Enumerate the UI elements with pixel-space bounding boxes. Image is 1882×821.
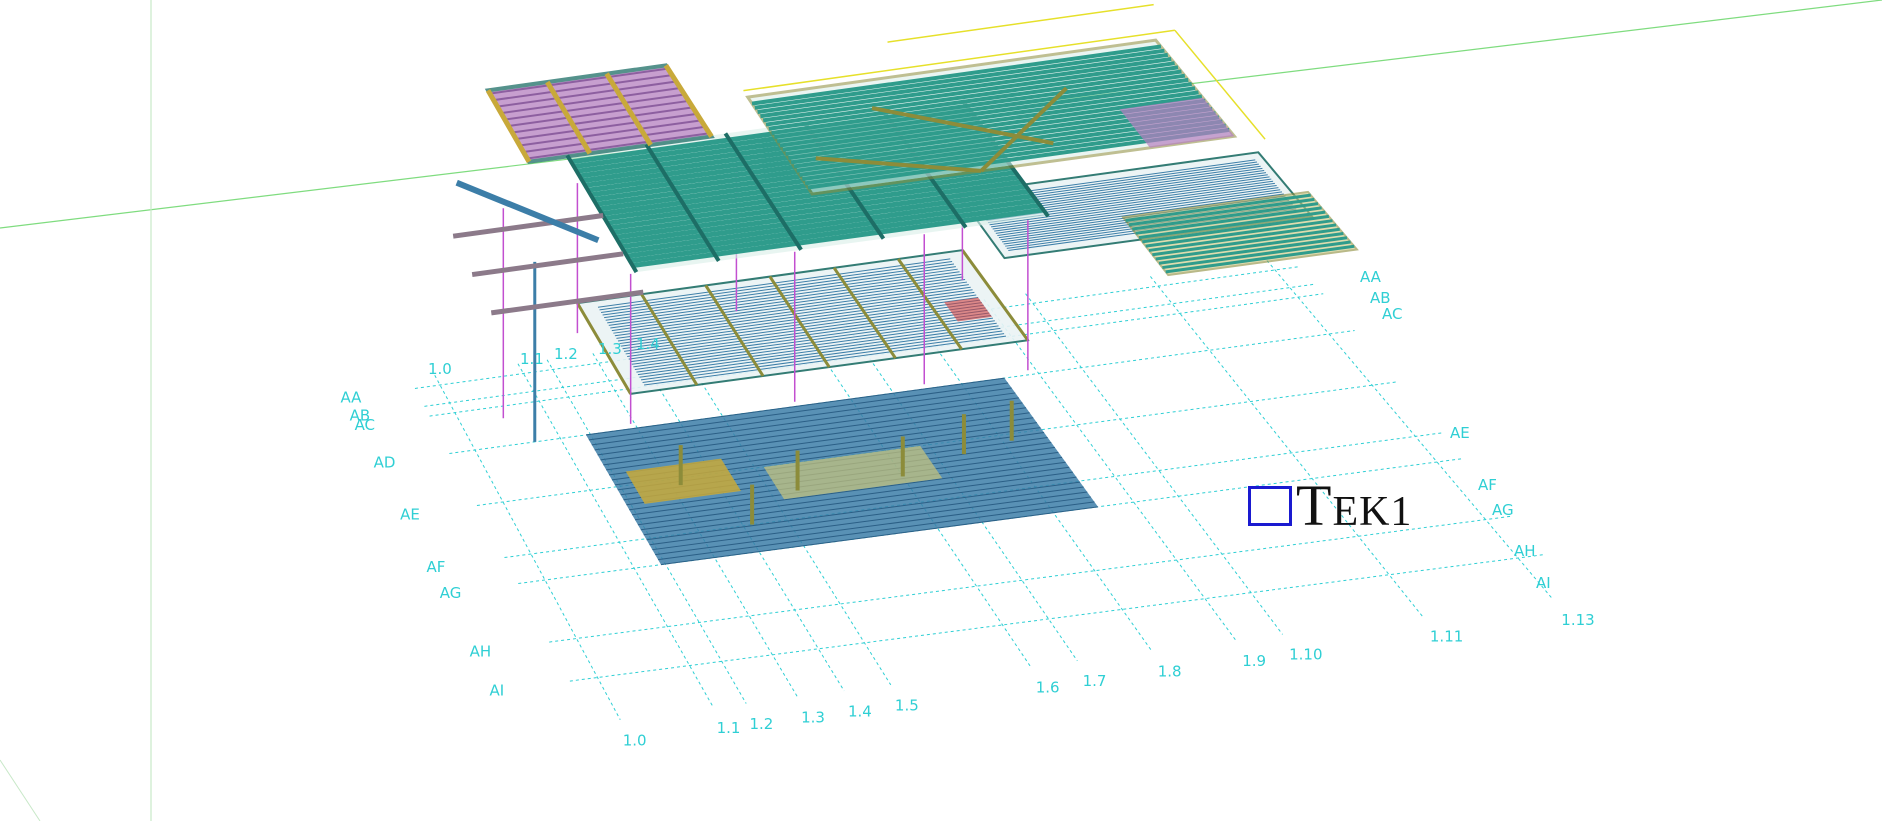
grid-label-front-12: 1.13 bbox=[1561, 611, 1594, 629]
grid-label-right-AA: AA bbox=[1360, 268, 1382, 286]
mid-floor bbox=[575, 249, 1030, 395]
model-viewport[interactable]: 1.0 1.1 1.2 1.3 1.4 1.5 1.6 1.7 1.8 1.9 1.10 1.11 1.… bbox=[0, 0, 1882, 821]
grid-label-front-5: 1.5 bbox=[895, 696, 919, 714]
corner-axis-line bbox=[0, 759, 41, 821]
grid-label-front-6: 1.6 bbox=[1036, 678, 1060, 696]
grid-label-front-7: 1.7 bbox=[1083, 672, 1107, 690]
watermark-rest: EK1 bbox=[1332, 489, 1413, 535]
structural-model-3d[interactable]: 1.0 1.1 1.2 1.3 1.4 1.5 1.6 1.7 1.8 1.9 1.10 1.11 1.… bbox=[0, 0, 1882, 821]
grid-label-back-0: 1.0 bbox=[428, 360, 452, 378]
grid-label-left-AD: AD bbox=[374, 454, 396, 472]
structure-members bbox=[452, 3, 1359, 566]
grid-label-right-AE: AE bbox=[1450, 424, 1470, 442]
grid-label-front-9: 1.9 bbox=[1242, 652, 1266, 670]
side-member bbox=[471, 251, 624, 278]
watermark-text: TEK1 bbox=[1296, 477, 1412, 535]
grid-label-front-8: 1.8 bbox=[1158, 663, 1182, 681]
grid-label-left-AF: AF bbox=[427, 558, 446, 576]
grid-line-1.13 bbox=[1266, 260, 1554, 600]
grid-label-front-1: 1.1 bbox=[717, 719, 741, 737]
grid-label-right-AH: AH bbox=[1514, 542, 1536, 560]
grid-label-back-1: 1.1 bbox=[520, 350, 544, 368]
grid-label-left-AI: AI bbox=[489, 681, 504, 699]
grid-label-left-AC: AC bbox=[355, 416, 375, 434]
grid-label-left-AG: AG bbox=[440, 584, 462, 602]
grid-label-front-3: 1.3 bbox=[801, 708, 825, 726]
grid-label-back-3: 1.3 bbox=[598, 340, 622, 358]
grid-line-AI bbox=[569, 553, 1546, 682]
grid-label-front-2: 1.2 bbox=[749, 715, 773, 733]
grid-label-right-AF: AF bbox=[1478, 476, 1497, 494]
grid-label-back-2: 1.2 bbox=[554, 345, 578, 363]
grid-label-front-0: 1.0 bbox=[623, 731, 647, 749]
grid-label-left-AA: AA bbox=[341, 389, 363, 407]
grid-line-1.0 bbox=[434, 375, 621, 720]
grid-label-back-4: 1.4 bbox=[636, 335, 660, 353]
grid-label-front-4: 1.4 bbox=[848, 702, 872, 720]
grid-label-left-AE: AE bbox=[400, 506, 420, 524]
outline-line bbox=[887, 3, 1154, 43]
grid-label-right-AG: AG bbox=[1492, 501, 1514, 519]
watermark-first: T bbox=[1296, 473, 1333, 538]
square-outline-icon bbox=[1248, 486, 1292, 526]
grid-label-right-AI: AI bbox=[1536, 574, 1551, 592]
grid-label-right-AC: AC bbox=[1382, 305, 1402, 323]
grid-label-front-11: 1.11 bbox=[1430, 628, 1463, 646]
grid-line-1.11 bbox=[1150, 276, 1423, 617]
watermark-logo: TEK1 bbox=[1248, 477, 1412, 535]
grid-label-front-10: 1.10 bbox=[1289, 646, 1322, 664]
grid-label-left-AH: AH bbox=[470, 642, 492, 660]
